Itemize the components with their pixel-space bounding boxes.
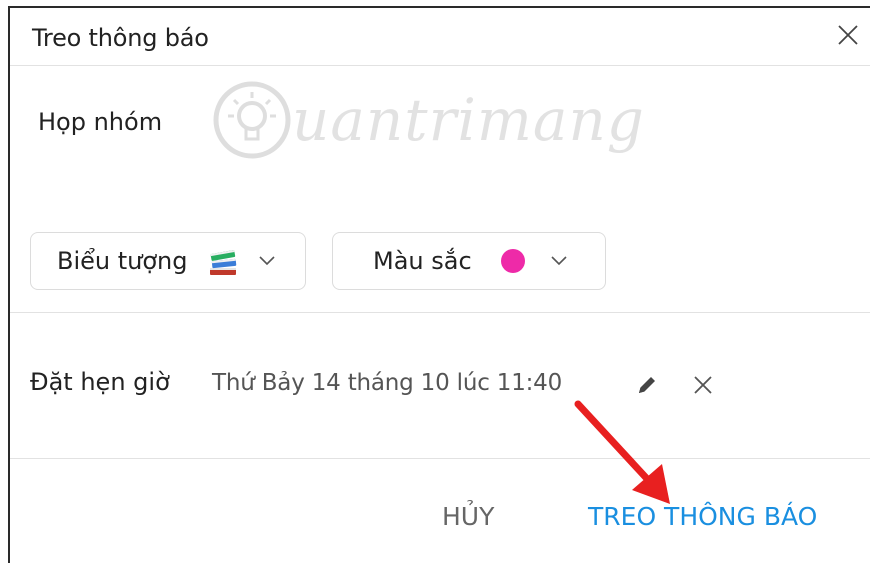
schedule-value[interactable]: Thứ Bảy 14 tháng 10 lúc 11:40 [212, 370, 562, 396]
notice-message[interactable]: Họp nhóm [38, 108, 162, 136]
clear-icon[interactable] [692, 374, 714, 396]
icon-picker-label: Biểu tượng [57, 247, 188, 275]
cancel-button[interactable]: HỦY [442, 502, 494, 531]
post-notice-dialog: Treo thông báo uantrimang Họp nhóm Biểu … [8, 6, 870, 563]
annotation-arrow [574, 400, 670, 504]
close-icon[interactable] [837, 24, 859, 46]
icon-picker[interactable]: Biểu tượng [30, 232, 306, 290]
divider [10, 312, 870, 313]
watermark: uantrimang [210, 68, 650, 178]
lightbulb-icon [213, 81, 291, 159]
books-icon [210, 249, 237, 275]
divider [10, 458, 870, 459]
chevron-down-icon [551, 256, 567, 266]
selected-color-swatch [501, 249, 525, 273]
pencil-icon[interactable] [634, 372, 660, 398]
color-picker-label: Màu sắc [373, 247, 472, 275]
dialog-title: Treo thông báo [32, 24, 209, 52]
chevron-down-icon [259, 256, 275, 266]
schedule-label: Đặt hẹn giờ [30, 368, 170, 396]
watermark-text: uantrimang [292, 86, 645, 154]
color-picker[interactable]: Màu sắc [332, 232, 606, 290]
dialog-titlebar: Treo thông báo [10, 8, 870, 66]
